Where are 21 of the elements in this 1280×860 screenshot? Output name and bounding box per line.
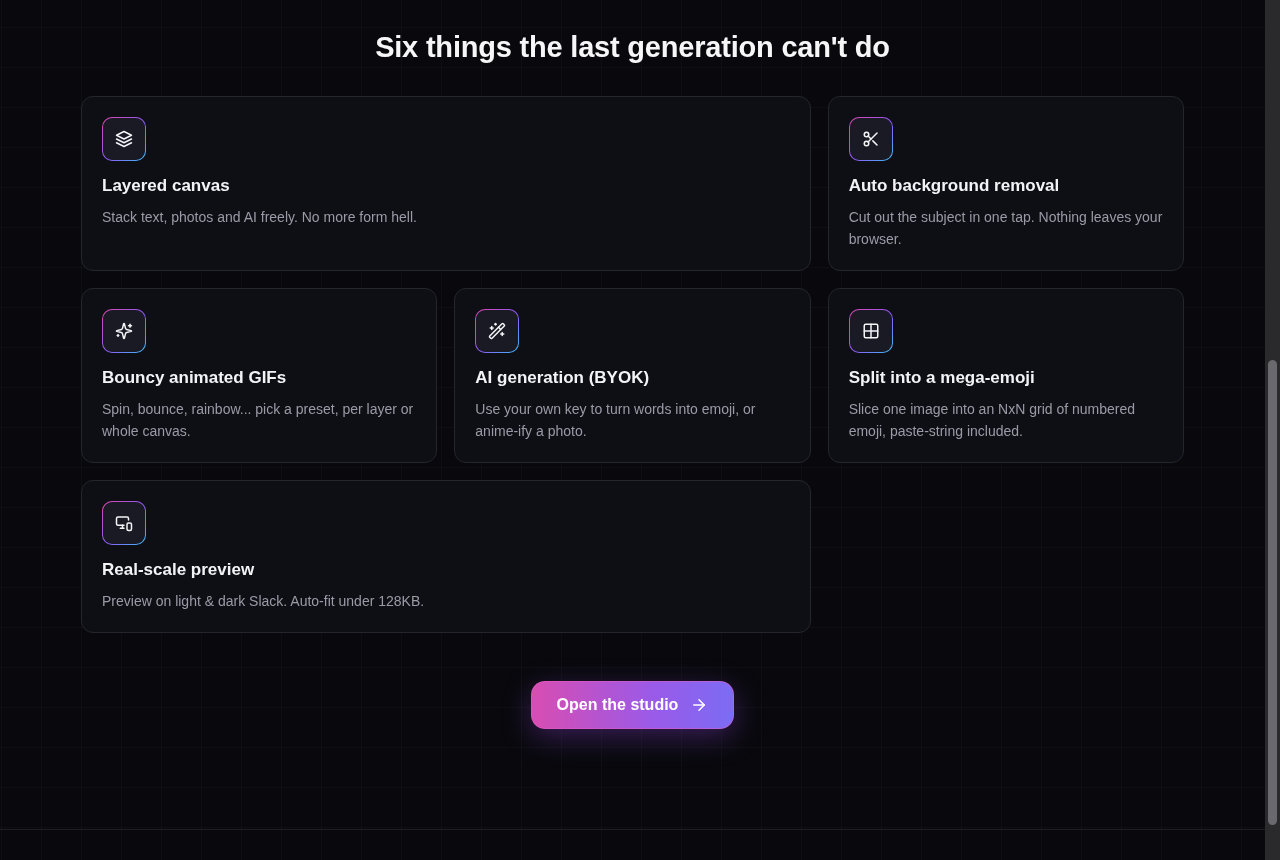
feature-description: Stack text, photos and AI freely. No more form hell.: [102, 208, 417, 227]
section-heading: Six things the last generation can't do: [375, 30, 890, 64]
layers-icon: [102, 117, 146, 161]
sparkles-icon: [102, 309, 146, 353]
grid-icon: [848, 309, 893, 353]
feature-title: Split into a mega-emoji: [848, 367, 1035, 389]
feature-title: AI generation (BYOK): [475, 367, 650, 389]
monitor-phone-icon: [102, 501, 146, 545]
feature-title: Bouncy animated GIFs: [102, 367, 287, 389]
scrollbar[interactable]: [1265, 0, 1280, 860]
feature-title: Layered canvas: [102, 175, 230, 197]
feature-description: Slice one image into an NxN grid of numbered emoji, paste-string included.: [848, 400, 1137, 441]
magic-wand-icon: [475, 309, 520, 353]
feature-description: Spin, bounce, rainbow... pick a preset, per layer or whole canvas.: [102, 400, 415, 441]
scissors-icon: [848, 117, 893, 161]
feature-title: Auto background removal: [848, 175, 1060, 197]
feature-title: Real-scale preview: [102, 559, 255, 581]
feature-description: Use your own key to turn words into emoji, or anime-ify a photo.: [475, 400, 757, 441]
feature-description: Cut out the subject in one tap. Nothing leaves your browser.: [848, 208, 1163, 249]
open-studio-button[interactable]: Open the studio: [530, 681, 735, 729]
feature-description: Preview on light & dark Slack. Auto-fit under 128KB.: [102, 592, 425, 611]
